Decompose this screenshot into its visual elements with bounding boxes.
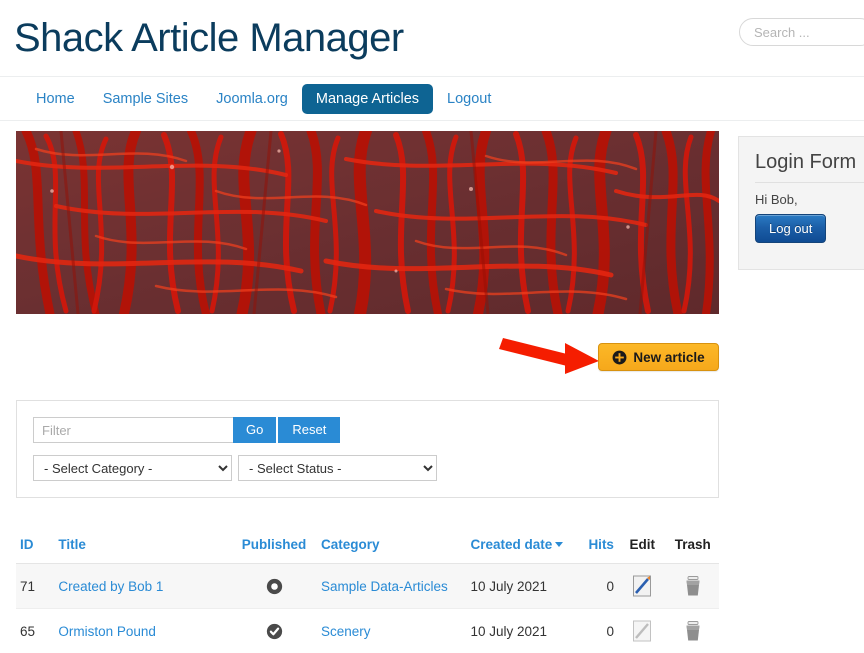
nav-item-logout[interactable]: Logout xyxy=(433,84,505,114)
filter-panel: Go Reset - Select Category - - Select St… xyxy=(16,400,719,498)
sort-descending-caret-icon xyxy=(555,542,564,547)
nav-item-sample-sites[interactable]: Sample Sites xyxy=(89,84,202,114)
column-header-title[interactable]: Title xyxy=(54,531,232,564)
filter-go-button[interactable]: Go xyxy=(233,417,277,443)
new-article-label: New article xyxy=(633,349,705,365)
table-header-row: ID Title Published Category Created date… xyxy=(16,531,719,564)
articles-table-head: ID Title Published Category Created date… xyxy=(16,531,719,564)
cell-hits: 0 xyxy=(575,563,618,609)
cell-category: Scenery xyxy=(316,608,467,653)
cell-title: Created by Bob 1 xyxy=(54,563,232,609)
column-header-edit: Edit xyxy=(617,531,667,564)
new-article-button[interactable]: New article xyxy=(598,343,719,371)
cell-id: 65 xyxy=(16,608,55,653)
edit-icon-disabled xyxy=(633,620,652,642)
cell-created-date: 10 July 2021 xyxy=(466,563,576,609)
site-header: Shack Article Manager xyxy=(0,0,864,76)
login-divider xyxy=(755,182,864,183)
nav-list: Home Sample Sites Joomla.org Manage Arti… xyxy=(22,77,505,121)
edit-icon[interactable] xyxy=(632,574,652,598)
status-select[interactable]: - Select Status - xyxy=(238,455,437,481)
cell-title: Ormiston Pound xyxy=(54,608,232,653)
filter-reset-button[interactable]: Reset xyxy=(278,417,341,443)
unpublished-icon[interactable] xyxy=(266,578,283,595)
cell-trash xyxy=(666,608,719,653)
table-row: 71 Created by Bob 1 Sample Data-Articles… xyxy=(16,563,719,609)
search-input[interactable] xyxy=(739,18,864,46)
article-title-link[interactable]: Created by Bob 1 xyxy=(58,579,163,594)
trash-icon[interactable] xyxy=(683,620,703,642)
cell-category: Sample Data-Articles xyxy=(316,563,467,609)
cell-published-status xyxy=(231,608,317,653)
login-form-module: Login Form Hi Bob, Log out xyxy=(738,136,864,270)
articles-table-body: 71 Created by Bob 1 Sample Data-Articles… xyxy=(16,563,719,653)
articles-table: ID Title Published Category Created date… xyxy=(16,531,719,653)
published-icon[interactable] xyxy=(266,623,283,640)
column-header-published[interactable]: Published xyxy=(231,531,317,564)
nav-item-home[interactable]: Home xyxy=(22,84,89,114)
cell-edit xyxy=(617,563,667,609)
login-greeting: Hi Bob, xyxy=(755,192,798,207)
cell-id: 71 xyxy=(16,563,55,609)
filter-input[interactable] xyxy=(33,417,233,443)
plus-circle-icon xyxy=(612,350,627,364)
search-box xyxy=(739,18,864,46)
banner-image xyxy=(16,131,719,314)
column-header-category[interactable]: Category xyxy=(316,531,467,564)
column-header-created-date[interactable]: Created date xyxy=(466,531,576,564)
article-category-link[interactable]: Sample Data-Articles xyxy=(321,579,448,594)
filter-search-row: Go Reset xyxy=(33,417,702,443)
column-header-trash: Trash xyxy=(666,531,719,564)
page-root: Shack Article Manager Home Sample Sites … xyxy=(0,0,864,653)
cell-hits: 0 xyxy=(575,608,618,653)
column-header-hits[interactable]: Hits xyxy=(575,531,618,564)
main-navigation: Home Sample Sites Joomla.org Manage Arti… xyxy=(0,76,864,121)
login-form-title: Login Form xyxy=(755,151,857,173)
article-category-link[interactable]: Scenery xyxy=(321,624,371,639)
cell-published-status xyxy=(231,563,317,609)
nav-item-manage-articles[interactable]: Manage Articles xyxy=(301,84,434,114)
logout-button[interactable]: Log out xyxy=(755,214,827,243)
trash-icon[interactable] xyxy=(683,575,703,597)
nav-item-joomla-org[interactable]: Joomla.org xyxy=(202,84,302,114)
column-header-created-date-label: Created date xyxy=(470,537,553,552)
cell-edit xyxy=(617,608,667,653)
article-title-link[interactable]: Ormiston Pound xyxy=(58,624,156,639)
column-header-id[interactable]: ID xyxy=(16,531,55,564)
cell-created-date: 10 July 2021 xyxy=(466,608,576,653)
filter-select-row: - Select Category - - Select Status - xyxy=(33,455,702,481)
cell-trash xyxy=(666,563,719,609)
category-select[interactable]: - Select Category - xyxy=(33,455,232,481)
page-title: Shack Article Manager xyxy=(14,16,404,60)
annotation-arrow xyxy=(499,338,599,374)
table-row: 65 Ormiston Pound Scenery 10 July 2021 0 xyxy=(16,608,719,653)
